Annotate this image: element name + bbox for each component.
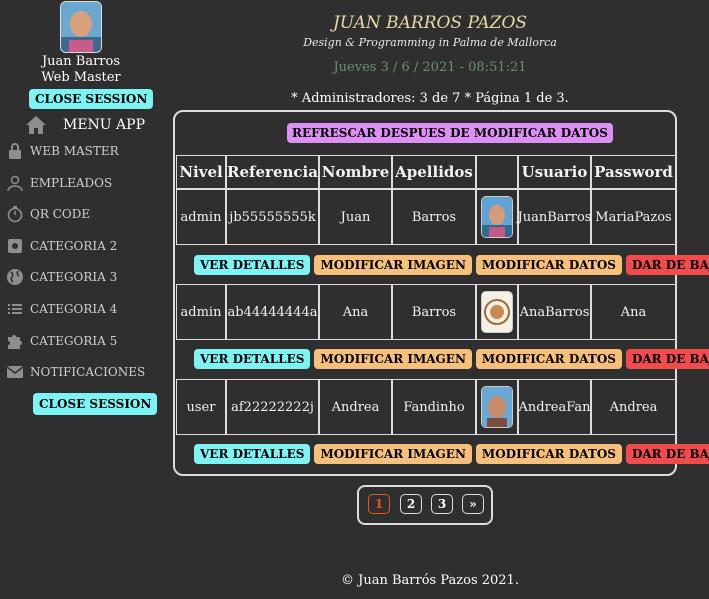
sidebar-item-web-master[interactable]: WEB MASTER: [6, 141, 119, 161]
modify-data-button[interactable]: MODIFICAR DATOS: [475, 444, 622, 464]
lock-icon: [9, 143, 21, 159]
sidebar-item-label: WEB MASTER: [30, 144, 119, 158]
column-header-nombre: Nombre: [319, 155, 392, 189]
cell-nombre: Ana: [319, 284, 392, 340]
user-avatar: [60, 1, 102, 53]
cell-referencia: ab44444444a: [226, 284, 319, 340]
modify-image-button[interactable]: MODIFICAR IMAGEN: [314, 255, 472, 275]
menu-app-title: MENU APP: [63, 117, 146, 133]
sidebar-item-qr-code[interactable]: QR CODE: [6, 204, 90, 224]
sidebar-item-categoria-5[interactable]: CATEGORIA 5: [6, 331, 117, 351]
sidebar-item-label: QR CODE: [30, 207, 91, 221]
column-header-password: Password: [591, 155, 676, 189]
cell-image: [476, 284, 518, 340]
sidebar-item-categoria-2[interactable]: CATEGORIA 2: [6, 236, 117, 256]
row-actions: VER DETALLES MODIFICAR IMAGEN MODIFICAR …: [194, 444, 709, 464]
home-icon: [26, 116, 46, 134]
footer-copyright: © Juan Barrós Pazos 2021.: [341, 573, 519, 588]
sidebar-item-label: NOTIFICACIONES: [30, 365, 146, 379]
delete-button[interactable]: DAR DE BAJA: [625, 349, 709, 369]
page-1-button[interactable]: 1: [368, 494, 390, 514]
view-details-button[interactable]: VER DETALLES: [194, 349, 311, 369]
puzzle-icon: [8, 335, 22, 349]
cell-referencia: jb55555555k: [226, 189, 319, 245]
page-title: JUAN BARROS PAZOS: [332, 13, 528, 33]
admin-summary: * Administradores: 3 de 7 * Página 1 de …: [291, 91, 569, 106]
cell-nivel: admin: [176, 284, 226, 340]
timer-icon: [7, 206, 23, 223]
sidebar-item-categoria-3[interactable]: CATEGORIA 3: [6, 267, 117, 287]
delete-button[interactable]: DAR DE BAJA: [625, 255, 709, 275]
modify-data-button[interactable]: MODIFICAR DATOS: [475, 255, 622, 275]
sidebar-item-label: CATEGORIA 5: [30, 334, 118, 348]
view-details-button[interactable]: VER DETALLES: [194, 255, 311, 275]
next-page-button[interactable]: »: [462, 494, 484, 514]
cell-apellidos: Barros: [392, 284, 476, 340]
list-icon: [8, 304, 22, 314]
close-session-button-top[interactable]: CLOSE SESSION: [29, 89, 154, 109]
row-actions: VER DETALLES MODIFICAR IMAGEN MODIFICAR …: [194, 255, 709, 275]
cell-image: [476, 379, 518, 435]
sidebar-item-label: CATEGORIA 3: [30, 270, 118, 284]
sidebar-item-empleados[interactable]: EMPLEADOS: [6, 173, 112, 193]
cell-password: Ana: [591, 284, 676, 340]
datetime-display: Jueves 3 / 6 / 2021 - 08:51:21: [333, 60, 527, 75]
cell-referencia: af22222222j: [226, 379, 319, 435]
cell-apellidos: Barros: [392, 189, 476, 245]
close-session-button-bottom[interactable]: CLOSE SESSION: [33, 393, 158, 415]
user-name: Juan Barros: [41, 54, 121, 69]
cell-nivel: admin: [176, 189, 226, 245]
column-header-nivel: Nivel: [176, 155, 226, 189]
column-header-image: [476, 155, 518, 189]
sidebar-item-categoria-4[interactable]: CATEGORIA 4: [6, 299, 117, 319]
modify-image-button[interactable]: MODIFICAR IMAGEN: [314, 349, 472, 369]
cell-usuario: JuanBarros: [518, 189, 591, 245]
sidebar-item-label: CATEGORIA 4: [30, 302, 118, 316]
sidebar-item-label: EMPLEADOS: [30, 176, 113, 190]
cell-nivel: user: [176, 379, 226, 435]
row-actions: VER DETALLES MODIFICAR IMAGEN MODIFICAR …: [194, 349, 709, 369]
mail-icon: [6, 366, 24, 378]
modify-image-button[interactable]: MODIFICAR IMAGEN: [314, 444, 472, 464]
page-subtitle: Design & Programming in Palma de Mallorc…: [303, 36, 557, 49]
menu-app-header: MENU APP: [25, 115, 145, 135]
column-header-usuario: Usuario: [518, 155, 591, 189]
sidebar-item-label: CATEGORIA 2: [30, 239, 118, 253]
gear-icon: [8, 239, 22, 253]
delete-button[interactable]: DAR DE BAJA: [625, 444, 709, 464]
view-details-button[interactable]: VER DETALLES: [194, 444, 311, 464]
cell-usuario: AndreaFan: [518, 379, 591, 435]
column-header-referencia: Referencia: [226, 155, 319, 189]
user-role: Web Master: [41, 70, 121, 85]
cell-nombre: Andrea: [319, 379, 392, 435]
cell-usuario: AnaBarros: [518, 284, 591, 340]
user-photo: [481, 196, 513, 238]
cell-apellidos: Fandinho: [392, 379, 476, 435]
page-3-button[interactable]: 3: [431, 494, 453, 514]
sidebar-item-notificaciones[interactable]: NOTIFICACIONES: [6, 362, 145, 382]
cell-password: MariaPazos: [591, 189, 676, 245]
refresh-button[interactable]: REFRESCAR DESPUES DE MODIFICAR DATOS: [287, 123, 613, 143]
page-2-button[interactable]: 2: [400, 494, 422, 514]
user-photo: [481, 386, 513, 428]
column-header-apellidos: Apellidos: [392, 155, 476, 189]
person-icon: [7, 175, 23, 192]
cell-nombre: Juan: [319, 189, 392, 245]
cell-image: [476, 189, 518, 245]
globe-icon: [7, 269, 23, 285]
modify-data-button[interactable]: MODIFICAR DATOS: [475, 349, 622, 369]
cell-password: Andrea: [591, 379, 676, 435]
user-photo: [481, 291, 513, 333]
